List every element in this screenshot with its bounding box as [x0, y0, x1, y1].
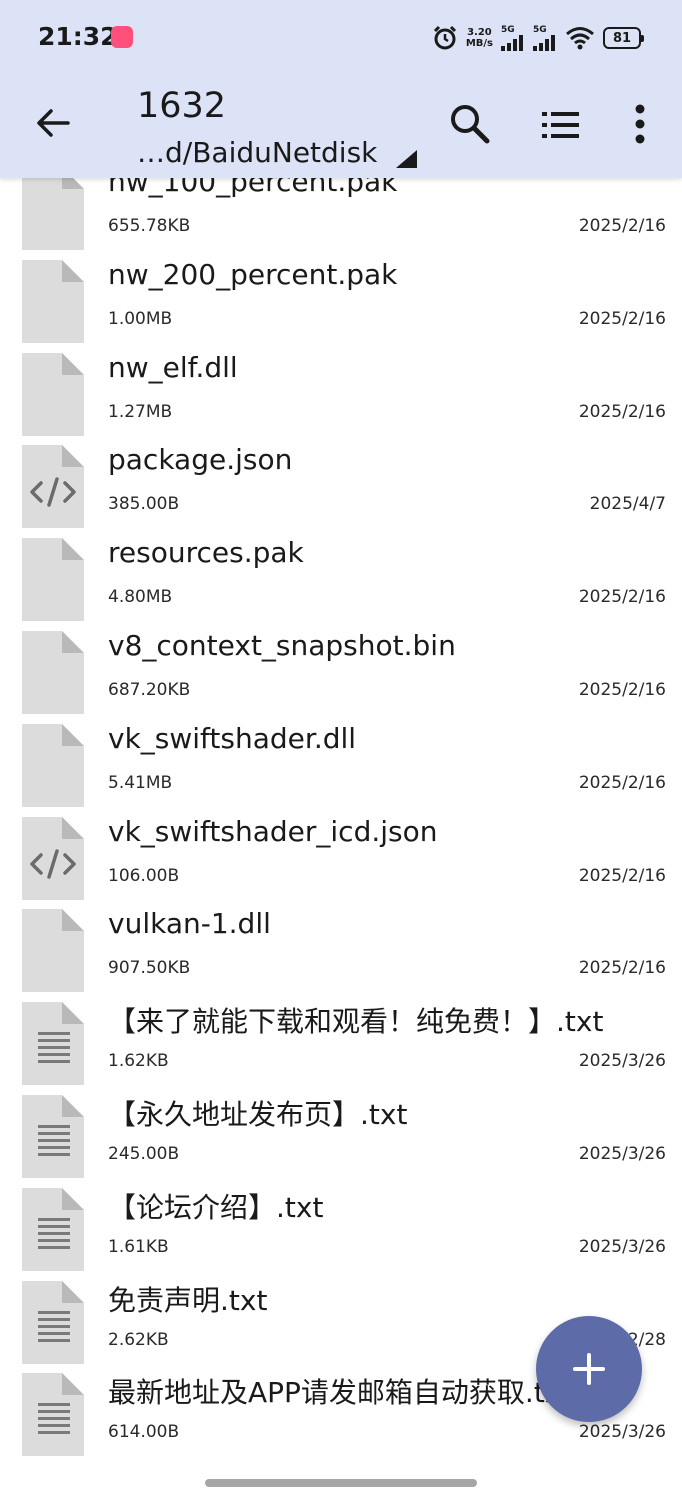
- file-row[interactable]: vulkan-1.dll 907.50KB 2025/2/16: [0, 905, 682, 998]
- file-size: 245.00B: [108, 1144, 180, 1164]
- path-dropdown-icon[interactable]: [396, 150, 417, 168]
- search-button[interactable]: [448, 102, 492, 146]
- file-list[interactable]: nw_100_percent.pak 655.78KB 2025/2/16 nw_20…: [0, 178, 682, 1468]
- file-date: 2025/3/26: [578, 1051, 666, 1072]
- file-size: 907.50KB: [108, 958, 191, 979]
- file-row[interactable]: package.json 385.00B 2025/4/7: [0, 441, 682, 534]
- file-size: 385.00B: [108, 494, 180, 515]
- text-file-icon: [22, 1095, 84, 1178]
- signal-icon: 5G: [501, 25, 525, 51]
- file-row[interactable]: nw_100_percent.pak 655.78KB 2025/2/16: [0, 178, 682, 256]
- file-icon: [22, 178, 84, 250]
- file-name: resources.pak: [108, 536, 304, 570]
- file-date: 2025/2/16: [578, 958, 666, 979]
- file-row[interactable]: vk_swiftshader.dll 5.41MB 2025/2/16: [0, 720, 682, 813]
- file-date: 2025/3/26: [578, 1236, 666, 1257]
- signal-icon: 5G: [533, 25, 557, 51]
- file-name: 【来了就能下载和观看！纯免费！】.txt: [108, 1005, 604, 1039]
- file-date: 2025/2/16: [578, 216, 666, 236]
- file-name: v8_context_snapshot.bin: [108, 629, 456, 662]
- file-icon: [22, 631, 84, 714]
- file-size: 1.00MB: [108, 308, 173, 329]
- text-file-icon: [22, 1187, 84, 1271]
- status-time: 21:32: [38, 22, 118, 51]
- file-row[interactable]: 【来了就能下载和观看！纯免费！】.txt 1.62KB 2025/3/26: [0, 998, 682, 1091]
- file-name: 最新地址及APP请发邮箱自动获取.txt: [108, 1376, 573, 1410]
- file-icon: [22, 352, 84, 436]
- file-size: 4.80MB: [108, 587, 173, 608]
- app-header: 21:32 3.20 MB/s 5G 5G 81 1632 …d/BaiduNe…: [0, 0, 682, 178]
- file-name: package.json: [108, 443, 293, 477]
- search-icon: [451, 105, 490, 144]
- code-file-icon: [22, 445, 84, 529]
- file-name: nw_100_percent.pak: [108, 178, 398, 198]
- file-size: 5.41MB: [108, 772, 173, 793]
- app-badge-icon: [111, 26, 133, 48]
- file-date: 2025/3/26: [578, 1422, 666, 1443]
- file-date: 2025/2/16: [578, 308, 666, 329]
- file-row[interactable]: 【永久地址发布页】.txt 245.00B 2025/3/26: [0, 1091, 682, 1184]
- file-date: 2025/2/16: [578, 587, 666, 608]
- folder-path[interactable]: …d/BaiduNetdisk: [137, 136, 377, 169]
- file-date: 2025/2/16: [578, 401, 666, 422]
- file-row[interactable]: resources.pak 4.80MB 2025/2/16: [0, 534, 682, 627]
- file-size: 1.61KB: [108, 1236, 169, 1257]
- text-file-icon: [22, 1002, 84, 1086]
- plus-icon: [573, 1353, 605, 1385]
- battery-icon: 81: [603, 27, 644, 49]
- file-name: 【论坛介绍】.txt: [108, 1190, 324, 1224]
- file-date: 2025/3/26: [578, 1144, 666, 1164]
- file-date: 2025/2/16: [578, 680, 666, 700]
- file-size: 687.20KB: [108, 680, 191, 700]
- file-size: 1.62KB: [108, 1051, 169, 1072]
- file-icon: [22, 723, 84, 807]
- file-name: vk_swiftshader_icd.json: [108, 814, 438, 848]
- file-name: 免责声明.txt: [108, 1283, 268, 1317]
- back-button[interactable]: [30, 100, 76, 146]
- code-file-icon: [22, 816, 84, 900]
- file-row[interactable]: nw_200_percent.pak 1.00MB 2025/2/16: [0, 256, 682, 349]
- back-arrow-icon: [37, 109, 70, 137]
- net-speed: 3.20 MB/s: [465, 27, 493, 49]
- file-icon: [22, 909, 84, 993]
- more-options-button[interactable]: [624, 102, 656, 146]
- file-date: 2025/2/16: [578, 865, 666, 886]
- file-name: vk_swiftshader.dll: [108, 721, 357, 755]
- list-view-icon: [542, 112, 579, 138]
- text-file-icon: [22, 1280, 84, 1364]
- more-vert-icon: [635, 104, 645, 144]
- file-name: 【永久地址发布页】.txt: [108, 1098, 408, 1131]
- file-name: nw_200_percent.pak: [108, 257, 398, 291]
- file-row[interactable]: 【论坛介绍】.txt 1.61KB 2025/3/26: [0, 1184, 682, 1277]
- file-name: nw_elf.dll: [108, 350, 238, 384]
- text-file-icon: [22, 1373, 84, 1457]
- list-view-button[interactable]: [540, 110, 582, 140]
- add-button[interactable]: [536, 1316, 642, 1422]
- status-icons: 3.20 MB/s 5G 5G 81: [432, 20, 644, 56]
- alarm-icon: [433, 25, 456, 50]
- file-date: 2025/4/7: [589, 494, 666, 515]
- file-name: vulkan-1.dll: [108, 907, 271, 941]
- file-icon: [22, 259, 84, 343]
- file-size: 655.78KB: [108, 216, 191, 236]
- file-size: 2.62KB: [108, 1329, 169, 1350]
- file-row[interactable]: nw_elf.dll 1.27MB 2025/2/16: [0, 349, 682, 442]
- file-size: 106.00B: [108, 865, 180, 886]
- wifi-icon: [566, 27, 594, 50]
- file-icon: [22, 538, 84, 622]
- file-size: 1.27MB: [108, 401, 173, 422]
- file-size: 614.00B: [108, 1422, 180, 1443]
- file-date: 2025/2/16: [578, 772, 666, 793]
- folder-title: 1632: [137, 86, 227, 126]
- file-row[interactable]: vk_swiftshader_icd.json 106.00B 2025/2/16: [0, 813, 682, 906]
- home-indicator[interactable]: [205, 1479, 477, 1487]
- file-row[interactable]: v8_context_snapshot.bin 687.20KB 2025/2/16: [0, 627, 682, 720]
